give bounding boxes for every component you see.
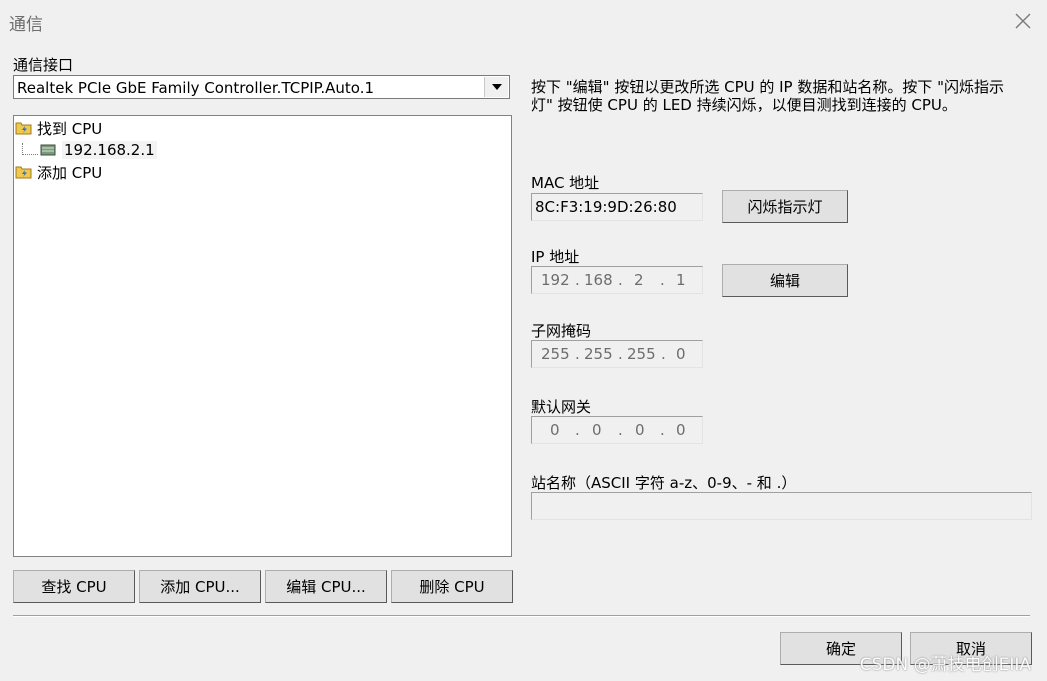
tree-connector	[22, 154, 38, 155]
ip-dot: .	[618, 271, 623, 289]
ip-dot: .	[575, 271, 580, 289]
chevron-down-icon	[491, 84, 502, 90]
ip-octet: 168	[584, 271, 613, 289]
subnet-octet: 0	[676, 345, 686, 363]
station-name-field	[531, 492, 1032, 520]
edit-cpu-button[interactable]: 编辑 CPU...	[265, 570, 387, 603]
subnet-octet: 255	[541, 345, 570, 363]
ip-octet: 1	[676, 271, 686, 289]
add-cpu-button[interactable]: 添加 CPU...	[139, 570, 261, 603]
ip-dot: .	[660, 421, 665, 439]
info-text: 按下 "编辑" 按钮以更改所选 CPU 的 IP 数据和站名称。按下 "闪烁指示…	[531, 78, 1005, 114]
ip-dot: .	[660, 271, 665, 289]
ip-dot: .	[575, 345, 580, 363]
folder-icon	[15, 166, 32, 179]
tree-node-found-cpu[interactable]: 找到 CPU	[15, 118, 102, 138]
gateway-octet: 0	[635, 421, 645, 439]
interface-label: 通信接口	[13, 56, 74, 74]
cpu-tree[interactable]: 找到 CPU 192.168.2.1 添加 CPU	[13, 115, 512, 557]
tree-node-label: 192.168.2.1	[62, 141, 157, 159]
tree-node-device[interactable]: 192.168.2.1	[40, 140, 157, 160]
station-name-label: 站名称（ASCII 字符 a-z、0-9、- 和 .）	[531, 474, 797, 492]
ip-dot: .	[618, 345, 623, 363]
close-button[interactable]	[1007, 6, 1039, 36]
tree-node-add-cpu[interactable]: 添加 CPU	[15, 162, 102, 182]
ip-label: IP 地址	[531, 248, 580, 266]
interface-select[interactable]: Realtek PCIe GbE Family Controller.TCPIP…	[13, 75, 510, 99]
mac-value: 8C:F3:19:9D:26:80	[535, 198, 677, 216]
ip-dot: .	[618, 421, 623, 439]
mac-label: MAC 地址	[531, 174, 600, 192]
gateway-label: 默认网关	[531, 398, 592, 416]
ip-address-field: 192 . 168 . 2 . 1	[531, 266, 703, 294]
folder-icon	[15, 122, 32, 135]
find-cpu-button[interactable]: 查找 CPU	[13, 570, 135, 603]
interface-dropdown-button[interactable]	[484, 77, 508, 97]
title-bar: 通信	[0, 0, 1047, 42]
ip-dot: .	[575, 421, 580, 439]
edit-button[interactable]: 编辑	[722, 264, 848, 297]
ip-dot: .	[661, 345, 666, 363]
interface-select-value: Realtek PCIe GbE Family Controller.TCPIP…	[17, 79, 375, 97]
tree-node-label: 添加 CPU	[37, 163, 103, 182]
separator	[13, 615, 1030, 617]
gateway-octet: 0	[550, 421, 560, 439]
plc-device-icon	[40, 144, 56, 156]
watermark: CSDN @萧技电创EIIA	[859, 655, 1031, 675]
ip-octet: 2	[634, 271, 644, 289]
window-title: 通信	[9, 15, 43, 35]
gateway-field: 0 . 0 . 0 . 0	[531, 416, 703, 444]
delete-cpu-button[interactable]: 删除 CPU	[391, 570, 513, 603]
subnet-label: 子网掩码	[531, 322, 592, 340]
flash-led-button[interactable]: 闪烁指示灯	[722, 190, 848, 223]
subnet-octet: 255	[627, 345, 656, 363]
close-icon	[1015, 13, 1031, 29]
subnet-mask-field: 255 . 255 . 255 . 0	[531, 340, 703, 368]
subnet-octet: 255	[584, 345, 613, 363]
mac-field: 8C:F3:19:9D:26:80	[531, 193, 703, 221]
gateway-octet: 0	[676, 421, 686, 439]
tree-node-label: 找到 CPU	[37, 119, 103, 138]
gateway-octet: 0	[592, 421, 602, 439]
ip-octet: 192	[541, 271, 570, 289]
